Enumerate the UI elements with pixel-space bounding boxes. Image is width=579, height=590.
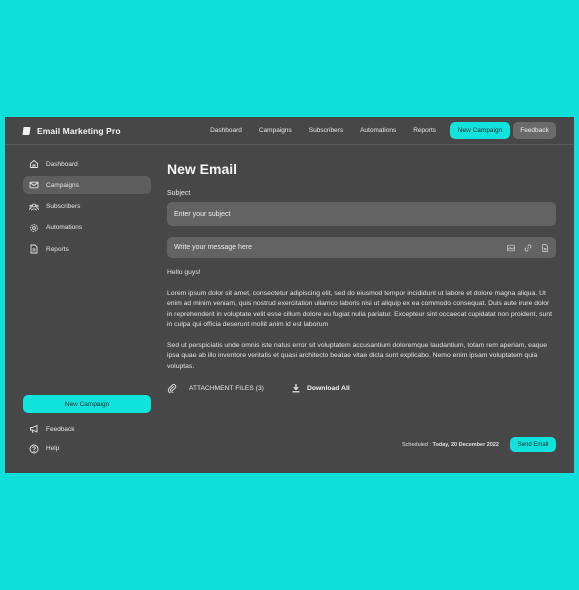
paperclip-icon (167, 383, 177, 393)
download-icon (291, 383, 301, 393)
compose-footer: Scheduled : Today, 20 December 2022 Send… (402, 437, 556, 452)
email-greeting: Hello guys! (167, 269, 201, 276)
top-feedback-button[interactable]: Feedback (513, 122, 556, 139)
schedule-info: Scheduled : Today, 20 December 2022 (402, 442, 499, 448)
attachment-row: ATTACHMENT FILES (3) Download All (167, 383, 556, 393)
document-icon (29, 244, 39, 254)
top-nav: Dashboard Campaigns Subscribers Automati… (210, 122, 556, 139)
sidebar-item-label: Automations (46, 224, 83, 232)
email-paragraph-1: Lorem ipsum dolor sit amet, consectetur … (167, 289, 553, 329)
sidebar-item-label: Feedback (46, 425, 75, 433)
sidebar-item-help[interactable]: Help (23, 440, 151, 458)
logo[interactable]: Email Marketing Pro (22, 125, 121, 136)
logo-text: Email Marketing Pro (37, 125, 121, 136)
schedule-date: Today, 20 December 2022 (432, 441, 499, 448)
nav-automations[interactable]: Automations (360, 127, 396, 134)
nav-subscribers[interactable]: Subscribers (309, 127, 343, 134)
users-icon (29, 202, 39, 212)
message-toolbar (507, 243, 549, 252)
sidebar-item-feedback[interactable]: Feedback (23, 420, 151, 438)
sidebar-new-campaign-button[interactable]: New Campaign (23, 395, 151, 413)
top-bar: Email Marketing Pro Dashboard Campaigns … (5, 117, 574, 145)
sidebar-item-label: Dashboard (46, 160, 78, 168)
sidebar-item-subscribers[interactable]: Subscribers (23, 198, 151, 216)
compose-panel: New Email Subject Enter your subject Wri… (167, 161, 556, 393)
home-icon (29, 159, 39, 169)
page-title: New Email (167, 161, 238, 177)
nav-reports[interactable]: Reports (413, 127, 436, 134)
download-all-label: Download All (306, 384, 350, 392)
email-paragraph-2: Sed ut perspiciatis unde omnis iste natu… (167, 341, 548, 370)
nav-dashboard[interactable]: Dashboard (210, 127, 242, 134)
file-icon[interactable] (541, 243, 549, 252)
message-placeholder: Write your message here (174, 244, 253, 251)
schedule-prefix: Scheduled : (401, 441, 433, 448)
top-new-campaign-button[interactable]: New Campaign (450, 122, 510, 139)
sidebar-item-label: Reports (46, 245, 69, 253)
sidebar-item-label: Campaigns (46, 181, 79, 189)
sidebar-item-label: Help (46, 445, 60, 452)
app-window: Email Marketing Pro Dashboard Campaigns … (5, 117, 574, 473)
mail-icon (29, 180, 39, 190)
sidebar-bottom: Feedback Help (23, 420, 151, 459)
megaphone-icon (29, 424, 39, 434)
image-icon[interactable] (507, 244, 515, 252)
link-icon[interactable] (524, 244, 532, 252)
send-email-button[interactable]: Send Email (510, 437, 556, 452)
gear-icon (29, 223, 39, 233)
message-input[interactable]: Write your message here (167, 237, 556, 258)
sidebar: Dashboard Campaigns Subscribers Automati… (23, 155, 151, 473)
sidebar-item-campaigns[interactable]: Campaigns (23, 176, 151, 195)
subject-input[interactable]: Enter your subject (167, 202, 556, 226)
logo-icon (22, 126, 31, 135)
help-icon (29, 444, 39, 454)
sidebar-item-automations[interactable]: Automations (23, 219, 151, 237)
download-all-button[interactable]: Download All (291, 383, 350, 393)
subject-label: Subject (167, 190, 191, 197)
sidebar-item-reports[interactable]: Reports (23, 240, 151, 258)
sidebar-item-dashboard[interactable]: Dashboard (23, 155, 151, 173)
attachment-label[interactable]: ATTACHMENT FILES (3) (189, 385, 264, 392)
sidebar-item-label: Subscribers (46, 203, 81, 211)
nav-campaigns[interactable]: Campaigns (259, 127, 292, 134)
subject-placeholder: Enter your subject (174, 210, 231, 218)
